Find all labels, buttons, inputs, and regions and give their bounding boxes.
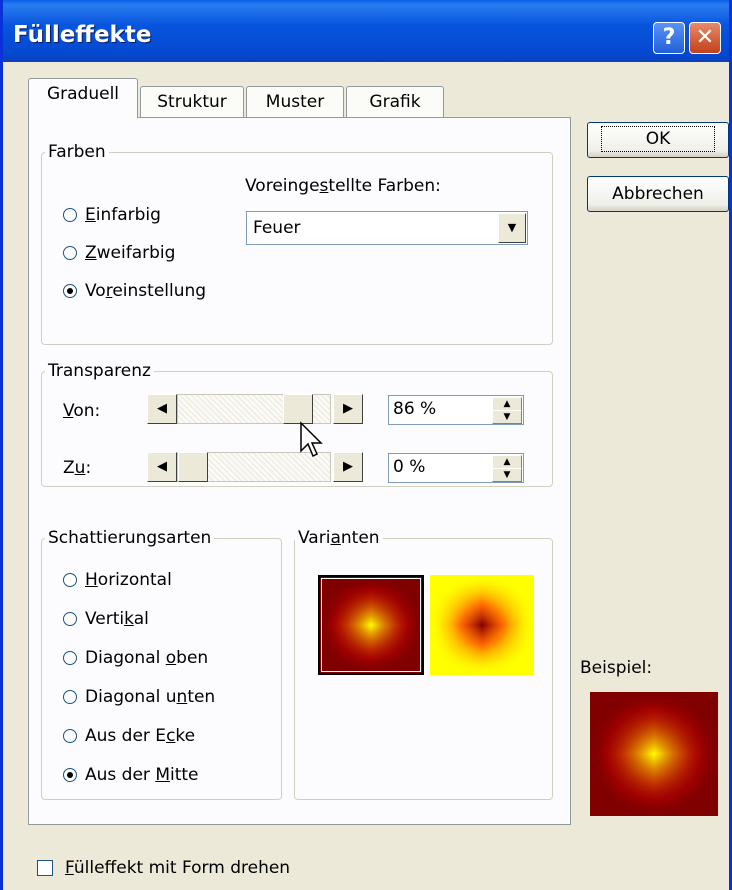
radio-circle-icon bbox=[63, 208, 77, 222]
to-label: Zu: bbox=[63, 458, 92, 478]
dialog-title: Fülleffekte bbox=[13, 22, 152, 48]
ok-button[interactable]: OK bbox=[587, 122, 729, 158]
spin-up-icon[interactable]: ▲ bbox=[492, 397, 522, 411]
to-scroll-left-icon[interactable]: ◀ bbox=[147, 452, 177, 482]
colors-radio-label: Voreinstellung bbox=[85, 281, 207, 301]
tab-label: Struktur bbox=[157, 92, 227, 112]
rotate-checkbox[interactable] bbox=[37, 860, 53, 876]
tab-label: Grafik bbox=[369, 92, 421, 112]
tab-panel: Farben Einfarbig Zweifarbig Voreinstellung… bbox=[28, 117, 571, 825]
help-button[interactable]: ? bbox=[653, 22, 685, 54]
tab-label: Muster bbox=[265, 92, 325, 112]
spin-up-icon[interactable]: ▲ bbox=[492, 455, 522, 469]
radio-circle-icon bbox=[63, 284, 77, 298]
transparency-group-label: Transparenz bbox=[45, 361, 154, 381]
title-bar[interactable]: Fülleffekte ? ✕ bbox=[3, 0, 729, 62]
colors-radio-label: Zweifarbig bbox=[85, 243, 176, 263]
shading-group-label: Schattierungsarten bbox=[45, 528, 215, 548]
from-scroll-right-icon[interactable]: ▶ bbox=[333, 394, 363, 424]
ok-button-label: OK bbox=[600, 126, 716, 152]
from-scroll-left-icon[interactable]: ◀ bbox=[147, 394, 177, 424]
colors-radio-2[interactable]: Voreinstellung bbox=[63, 281, 206, 301]
shading-radio-5[interactable]: Aus der Mitte bbox=[63, 765, 199, 785]
dialog-window: Fülleffekte ? ✕ Graduell Struktur Muster… bbox=[0, 0, 732, 890]
variants-group-label: Varianten bbox=[295, 528, 383, 548]
colors-group-label: Farben bbox=[45, 142, 109, 162]
tab-grafik[interactable]: Grafik bbox=[346, 86, 444, 118]
rotate-checkbox-label: Fülleffekt mit Form drehen bbox=[65, 858, 291, 878]
mouse-cursor-icon bbox=[300, 421, 323, 458]
to-slider-thumb[interactable] bbox=[178, 452, 208, 482]
from-slider-thumb[interactable] bbox=[282, 394, 313, 424]
shading-radio-0[interactable]: Horizontal bbox=[63, 570, 172, 590]
tab-struktur[interactable]: Struktur bbox=[140, 86, 244, 118]
spin-down-icon[interactable]: ▼ bbox=[492, 410, 522, 424]
spin-down-icon[interactable]: ▼ bbox=[492, 468, 522, 482]
preset-colors-label: Voreingestellte Farben: bbox=[245, 176, 441, 196]
radio-circle-icon bbox=[63, 729, 77, 743]
radio-circle-icon bbox=[63, 612, 77, 626]
sample-label: Beispiel: bbox=[580, 658, 653, 678]
variant-2-swatch[interactable] bbox=[430, 575, 534, 675]
radio-circle-icon bbox=[63, 651, 77, 665]
chevron-down-icon[interactable]: ▼ bbox=[498, 213, 526, 243]
shading-radio-2[interactable]: Diagonal oben bbox=[63, 648, 208, 668]
to-scroll-right-icon[interactable]: ▶ bbox=[333, 452, 363, 482]
colors-radio-label: Einfarbig bbox=[85, 205, 161, 225]
shading-radio-3[interactable]: Diagonal unten bbox=[63, 687, 215, 707]
from-value-text: 86 % bbox=[393, 399, 437, 419]
colors-radio-0[interactable]: Einfarbig bbox=[63, 205, 161, 225]
shading-radio-label: Diagonal unten bbox=[85, 687, 216, 707]
sample-preview bbox=[590, 692, 718, 816]
radio-circle-icon bbox=[63, 690, 77, 704]
shading-radio-label: Diagonal oben bbox=[85, 648, 209, 668]
colors-radio-1[interactable]: Zweifarbig bbox=[63, 243, 175, 263]
shading-radio-4[interactable]: Aus der Ecke bbox=[63, 726, 195, 746]
cancel-button[interactable]: Abbrechen bbox=[587, 176, 729, 212]
preset-colors-select[interactable]: Feuer ▼ bbox=[246, 211, 528, 245]
preset-colors-value: Feuer bbox=[253, 218, 301, 238]
tab-graduell[interactable]: Graduell bbox=[28, 78, 138, 118]
shading-radio-label: Vertikal bbox=[85, 609, 149, 629]
shading-radio-label: Aus der Mitte bbox=[85, 765, 199, 785]
to-value-text: 0 % bbox=[393, 457, 426, 477]
radio-circle-icon bbox=[63, 768, 77, 782]
shading-radio-label: Horizontal bbox=[85, 570, 172, 590]
close-button[interactable]: ✕ bbox=[689, 22, 721, 54]
tab-muster[interactable]: Muster bbox=[246, 86, 344, 118]
tab-label: Graduell bbox=[46, 84, 120, 104]
shading-radio-label: Aus der Ecke bbox=[85, 726, 196, 746]
radio-circle-icon bbox=[63, 573, 77, 587]
from-label: Von: bbox=[63, 401, 101, 421]
to-value-spinner[interactable]: 0 % ▲ ▼ bbox=[388, 453, 524, 483]
radio-circle-icon bbox=[63, 246, 77, 260]
variant-1-swatch[interactable] bbox=[318, 575, 424, 675]
from-value-spinner[interactable]: 86 % ▲ ▼ bbox=[388, 395, 524, 425]
from-slider-track[interactable] bbox=[177, 394, 331, 424]
shading-radio-1[interactable]: Vertikal bbox=[63, 609, 149, 629]
